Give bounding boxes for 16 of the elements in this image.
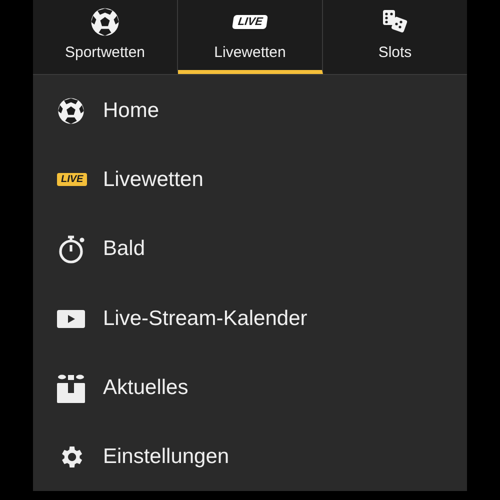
menu-item[interactable]: Bald: [103, 237, 146, 262]
live-badge: LIVE: [57, 173, 88, 186]
stopwatch-icon: [57, 234, 85, 264]
play-icon: [57, 310, 85, 328]
menu-item[interactable]: Live-Stream-Kalender: [103, 306, 308, 331]
dice-icon: [382, 9, 408, 35]
menu-item[interactable]: Einstellungen: [103, 445, 230, 470]
gift-icon: [57, 372, 85, 403]
nav-tab[interactable]: Sportwetten: [33, 0, 178, 74]
menu-item[interactable]: Home: [103, 98, 160, 123]
nav-tab[interactable]: Slots: [323, 0, 467, 74]
menu-item[interactable]: Livewetten: [103, 168, 204, 192]
live-badge: LIVE: [232, 15, 268, 29]
soccer-ball-icon: [90, 7, 120, 37]
menu-item[interactable]: Aktuelles: [103, 376, 188, 400]
soccer-ball-icon: [57, 96, 85, 125]
